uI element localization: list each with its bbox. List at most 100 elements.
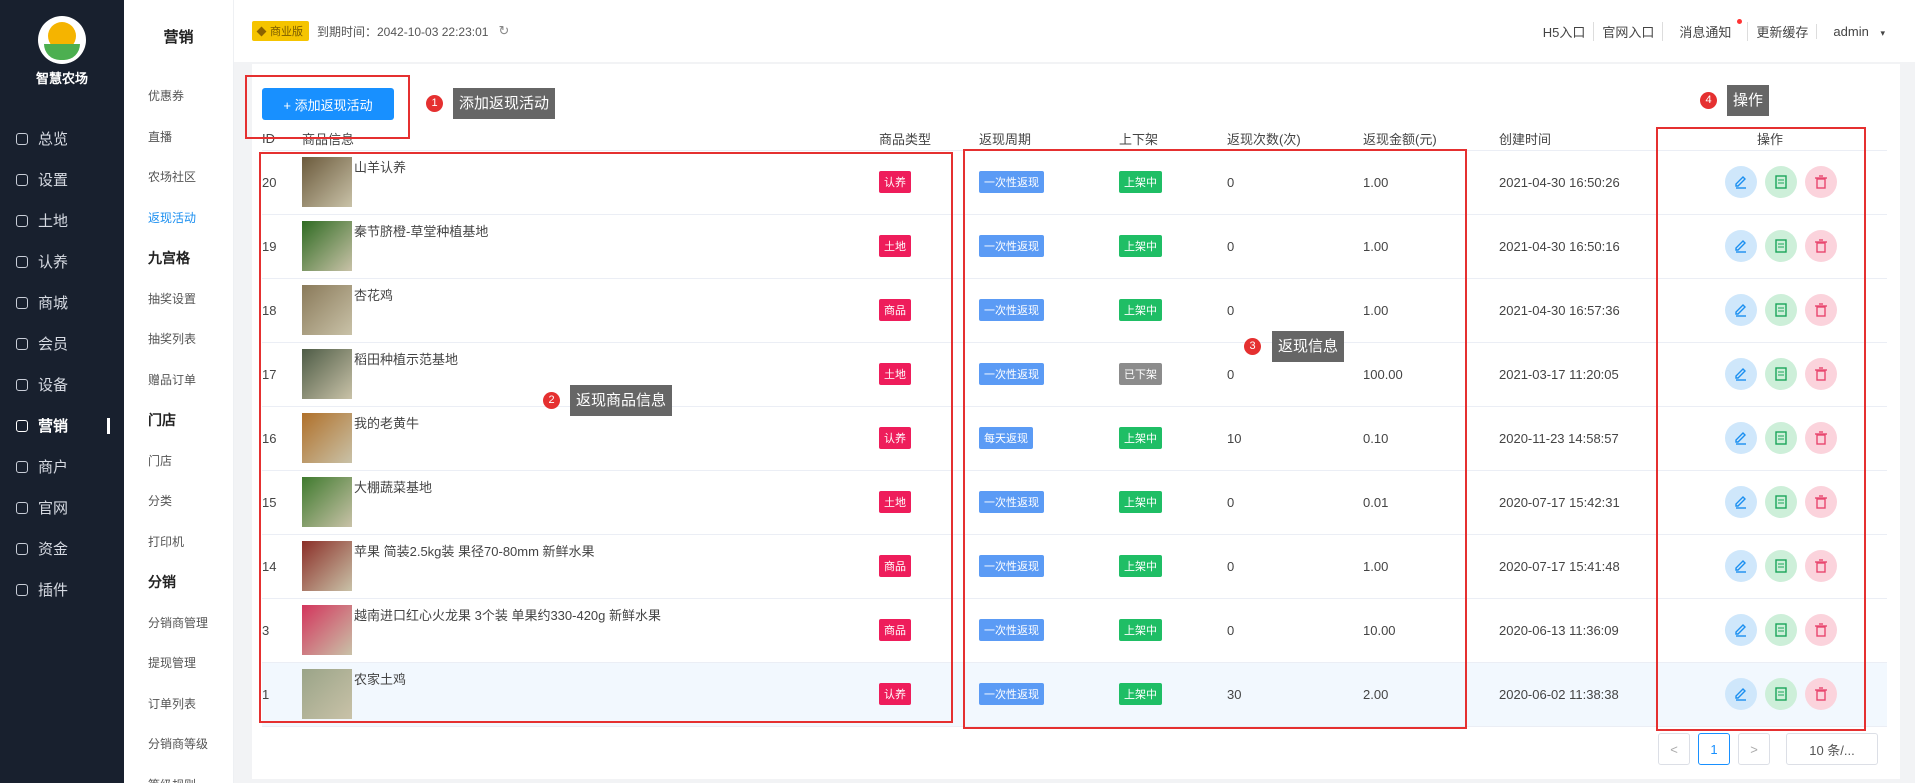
website-entry-link[interactable]: 官网入口	[1593, 21, 1662, 41]
refresh-icon[interactable]: ↻	[498, 23, 509, 39]
sidebar-item-8[interactable]: 商户	[0, 446, 124, 487]
col-cycle: 返现周期	[979, 128, 1119, 151]
sidebar-item-label: 商户	[38, 459, 69, 476]
submenu-item-6[interactable]: 抽奖列表	[124, 319, 233, 360]
sidebar-item-7[interactable]: 营销	[0, 405, 124, 446]
notifications-link[interactable]: 消息通知	[1662, 18, 1747, 41]
annotation-number-3: 3	[1244, 338, 1261, 355]
submenu-item-13[interactable]: 分销商管理	[124, 603, 233, 644]
annotation-box-3	[963, 149, 1467, 729]
marketing-icon	[16, 419, 28, 432]
submenu-item-14[interactable]: 提现管理	[124, 643, 233, 684]
logo-icon	[38, 16, 86, 64]
dashboard-icon	[16, 132, 28, 145]
notifications-label: 消息通知	[1679, 24, 1732, 40]
user-menu[interactable]: admin ▾	[1816, 23, 1893, 39]
sidebar-item-10[interactable]: 资金	[0, 528, 124, 569]
col-amount: 返现金额(元)	[1363, 128, 1499, 151]
sidebar-item-label: 总览	[38, 131, 69, 148]
annotation-number-1: 1	[426, 95, 443, 112]
annotation-label-2: 返现商品信息	[570, 385, 673, 416]
edition-label: 商业版	[270, 26, 303, 38]
submenu-item-16[interactable]: 分销商等级	[124, 724, 233, 765]
sidebar-item-3[interactable]: 认养	[0, 241, 124, 282]
shop-icon	[16, 296, 28, 309]
expire-time: 到期时间：2042-10-03 22:23:01	[317, 24, 489, 39]
sidebar-item-2[interactable]: 土地	[0, 200, 124, 241]
diamond-icon	[256, 26, 267, 36]
sidebar-item-label: 设备	[38, 377, 69, 394]
annotation-label-4: 操作	[1727, 85, 1770, 116]
submenu-item-7[interactable]: 赠品订单	[124, 360, 233, 401]
page-size-select[interactable]: 10 条/...	[1786, 733, 1878, 765]
adopt-icon	[16, 255, 28, 268]
website-icon	[16, 501, 28, 514]
top-bar: 商业版 到期时间：2042-10-03 22:23:01 ↻ H5入口 官网入口…	[234, 0, 1915, 62]
sidebar-item-label: 官网	[38, 500, 69, 517]
grid-icon	[16, 214, 28, 227]
submenu-item-1[interactable]: 直播	[124, 117, 233, 158]
annotation-number-2: 2	[543, 392, 560, 409]
submenu-item-5[interactable]: 抽奖设置	[124, 279, 233, 320]
submenu-item-15[interactable]: 订单列表	[124, 684, 233, 725]
sidebar-item-label: 商城	[38, 295, 69, 312]
sidebar-item-label: 土地	[38, 213, 69, 230]
notification-dot	[1737, 18, 1743, 24]
submenu-group-8: 门店	[148, 412, 176, 428]
col-type: 商品类型	[879, 128, 979, 151]
submenu-item-17[interactable]: 等级规则	[124, 765, 233, 783]
annotation-label-1: 添加返现活动	[453, 88, 556, 119]
sidebar-item-label: 设置	[38, 172, 69, 189]
submenu-group-4: 九宫格	[148, 250, 190, 266]
sub-menu: 营销 优惠券 直播 农场社区 返现活动 九宫格 抽奖设置 抽奖列表 赠品订单 门店 门店 分类 打印机…	[124, 0, 234, 783]
top-links: H5入口 官网入口 消息通知 更新缓存 admin ▾	[1535, 0, 1893, 62]
submenu-item-0[interactable]: 优惠券	[124, 76, 233, 117]
col-status: 上下架	[1119, 128, 1227, 151]
sidebar-item-5[interactable]: 会员	[0, 323, 124, 364]
table-header: ID 商品信息 商品类型 返现周期 上下架 返现次数(次) 返现金额(元) 创建…	[262, 128, 1887, 151]
submenu-item-9[interactable]: 门店	[124, 441, 233, 482]
update-cache-link[interactable]: 更新缓存	[1747, 21, 1816, 41]
sidebar-item-label: 会员	[38, 336, 69, 353]
merchant-icon	[16, 460, 28, 473]
caret-down-icon: ▾	[1880, 27, 1885, 38]
sidebar-item-9[interactable]: 官网	[0, 487, 124, 528]
edition-badge: 商业版	[252, 21, 309, 41]
page-1-button[interactable]: 1	[1698, 733, 1730, 765]
member-icon	[16, 337, 28, 350]
logo-text: 智慧农场	[35, 71, 88, 86]
sidebar-item-label: 认养	[38, 254, 69, 271]
sidebar-item-4[interactable]: 商城	[0, 282, 124, 323]
sidebar-item-1[interactable]: 设置	[0, 159, 124, 200]
sidebar-item-6[interactable]: 设备	[0, 364, 124, 405]
logo[interactable]: 智慧农场	[0, 0, 124, 100]
next-page-button[interactable]: >	[1738, 733, 1770, 765]
prev-page-button[interactable]: <	[1658, 733, 1690, 765]
star-icon	[16, 583, 28, 596]
annotation-box-4	[1656, 127, 1866, 731]
sidebar-item-label: 资金	[38, 541, 69, 558]
submenu-group-12: 分销	[148, 574, 176, 590]
main-sidebar: 智慧农场 总览设置土地认养商城会员设备营销商户官网资金插件	[0, 0, 124, 783]
submenu-item-11[interactable]: 打印机	[124, 522, 233, 563]
sidebar-item-11[interactable]: 插件	[0, 569, 124, 610]
username: admin	[1833, 23, 1869, 39]
h5-entry-link[interactable]: H5入口	[1535, 22, 1594, 41]
funds-icon	[16, 542, 28, 555]
sidebar-item-label: 营销	[38, 418, 69, 435]
submenu-item-2[interactable]: 农场社区	[124, 157, 233, 198]
sub-menu-title: 营销	[163, 29, 194, 46]
sidebar-item-label: 插件	[38, 582, 69, 599]
annotation-number-4: 4	[1700, 92, 1717, 109]
annotation-box-2	[259, 152, 953, 723]
annotation-box-1	[245, 75, 410, 139]
submenu-item-3[interactable]: 返现活动	[124, 198, 233, 239]
sidebar-item-0[interactable]: 总览	[0, 118, 124, 159]
app-root: 智慧农场 总览 设置 土地 认养 商城 会员 设备 营销 商户 官网 资金 插件 营销 优惠券 直播 农场…	[0, 0, 1915, 783]
device-icon	[16, 378, 28, 391]
col-count: 返现次数(次)	[1227, 128, 1363, 151]
sidebar-menu: 总览设置土地认养商城会员设备营销商户官网资金插件	[0, 118, 124, 610]
gear-icon	[16, 173, 28, 186]
submenu-item-10[interactable]: 分类	[124, 481, 233, 522]
annotation-label-3: 返现信息	[1272, 331, 1345, 362]
